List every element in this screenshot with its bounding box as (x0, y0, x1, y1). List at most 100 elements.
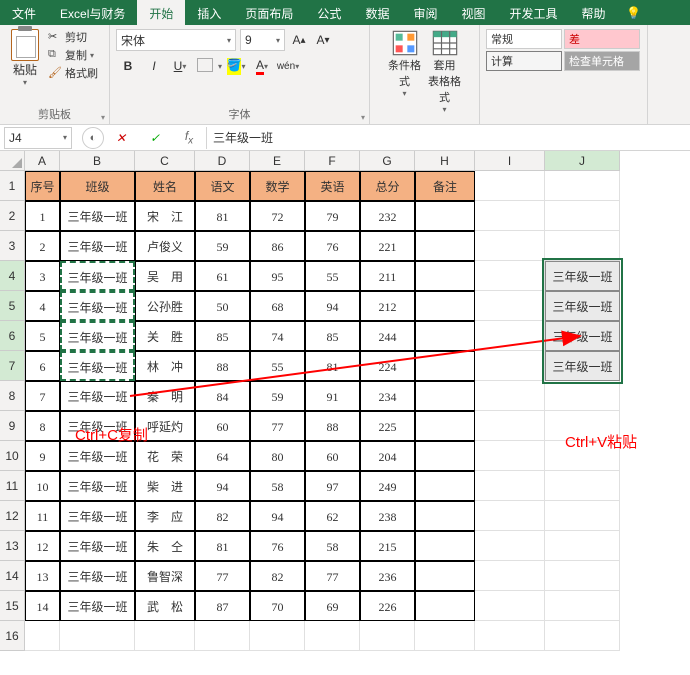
cell[interactable]: 81 (305, 351, 360, 381)
cell[interactable]: 三年级一班 (60, 321, 135, 351)
cell[interactable]: 77 (195, 561, 250, 591)
cell[interactable]: 鲁智深 (135, 561, 195, 591)
underline-button[interactable]: U▾ (168, 55, 192, 77)
cell[interactable]: 吴 用 (135, 261, 195, 291)
cell[interactable]: 76 (305, 231, 360, 261)
cell[interactable] (415, 201, 475, 231)
cell[interactable] (545, 231, 620, 261)
cell[interactable]: 94 (305, 291, 360, 321)
cell[interactable]: 80 (250, 441, 305, 471)
cell[interactable] (545, 531, 620, 561)
cell[interactable]: 212 (360, 291, 415, 321)
cell[interactable] (475, 441, 545, 471)
cell[interactable] (415, 321, 475, 351)
cell[interactable]: 232 (360, 201, 415, 231)
cell[interactable] (475, 501, 545, 531)
cell[interactable] (545, 561, 620, 591)
cell[interactable] (545, 621, 620, 651)
tab-custom[interactable]: Excel与财务 (48, 0, 137, 25)
cell[interactable]: 数学 (250, 171, 305, 201)
paste-button[interactable]: 粘贴 ▾ (6, 29, 44, 87)
name-box[interactable]: J4▾ (4, 127, 72, 149)
cell[interactable]: 60 (305, 441, 360, 471)
cell[interactable] (475, 381, 545, 411)
cell[interactable] (475, 291, 545, 321)
cut-button[interactable]: ✂剪切 (48, 29, 98, 45)
cell[interactable]: 91 (305, 381, 360, 411)
cell[interactable]: 三年级一班 (545, 351, 620, 381)
row-header[interactable]: 11 (0, 471, 25, 501)
cell[interactable]: 公孙胜 (135, 291, 195, 321)
decrease-font-button[interactable]: A▾ (313, 29, 333, 51)
copy-button[interactable]: ⧉复制▾ (48, 47, 98, 63)
row-header[interactable]: 4 (0, 261, 25, 291)
cell[interactable]: 关 胜 (135, 321, 195, 351)
cell[interactable]: 林 冲 (135, 351, 195, 381)
cell[interactable] (415, 501, 475, 531)
cell[interactable]: 204 (360, 441, 415, 471)
col-header[interactable]: J (545, 151, 620, 171)
cell[interactable]: 97 (305, 471, 360, 501)
select-all-button[interactable] (0, 151, 25, 171)
cell[interactable] (475, 531, 545, 561)
col-header[interactable]: E (250, 151, 305, 171)
cell[interactable]: 秦 明 (135, 381, 195, 411)
tab-file[interactable]: 文件 (0, 0, 48, 25)
style-check-cell[interactable]: 检查单元格 (564, 51, 640, 71)
cell[interactable] (195, 621, 250, 651)
row-header[interactable]: 12 (0, 501, 25, 531)
cell[interactable]: 三年级一班 (60, 261, 135, 291)
tab-data[interactable]: 数据 (353, 0, 401, 25)
cell[interactable]: 11 (25, 501, 60, 531)
tab-home[interactable]: 开始 (137, 0, 185, 25)
cell[interactable]: 三年级一班 (60, 381, 135, 411)
cell[interactable]: 姓名 (135, 171, 195, 201)
cell[interactable] (60, 621, 135, 651)
cell[interactable]: 59 (250, 381, 305, 411)
cell[interactable] (545, 591, 620, 621)
cell[interactable]: 87 (195, 591, 250, 621)
cell[interactable]: 211 (360, 261, 415, 291)
row-header[interactable]: 1 (0, 171, 25, 201)
cell[interactable]: 79 (305, 201, 360, 231)
row-header[interactable]: 7 (0, 351, 25, 381)
cell[interactable]: 64 (195, 441, 250, 471)
cell[interactable] (415, 531, 475, 561)
cell[interactable] (475, 471, 545, 501)
cell[interactable]: 1 (25, 201, 60, 231)
col-header[interactable]: G (360, 151, 415, 171)
cell[interactable] (415, 261, 475, 291)
cell[interactable]: 81 (195, 531, 250, 561)
cell[interactable]: 三年级一班 (545, 291, 620, 321)
cell[interactable] (545, 201, 620, 231)
cell[interactable]: 6 (25, 351, 60, 381)
cell[interactable]: 三年级一班 (60, 561, 135, 591)
style-bad[interactable]: 差 (564, 29, 640, 49)
cell[interactable]: 82 (250, 561, 305, 591)
cell[interactable] (475, 201, 545, 231)
cell[interactable]: 李 应 (135, 501, 195, 531)
tab-insert[interactable]: 插入 (185, 0, 233, 25)
row-header[interactable]: 10 (0, 441, 25, 471)
cell[interactable]: 14 (25, 591, 60, 621)
cell[interactable] (475, 561, 545, 591)
cell[interactable]: 85 (195, 321, 250, 351)
cell[interactable] (475, 621, 545, 651)
cell[interactable]: 244 (360, 321, 415, 351)
cell[interactable] (475, 351, 545, 381)
cell[interactable]: 13 (25, 561, 60, 591)
cell[interactable]: 82 (195, 501, 250, 531)
cell[interactable]: 序号 (25, 171, 60, 201)
cell[interactable]: 77 (250, 411, 305, 441)
row-header[interactable]: 14 (0, 561, 25, 591)
cell[interactable]: 84 (195, 381, 250, 411)
col-header[interactable]: B (60, 151, 135, 171)
enter-button[interactable]: ✓ (144, 131, 166, 145)
cell[interactable]: 武 松 (135, 591, 195, 621)
cell[interactable]: 宋 江 (135, 201, 195, 231)
cell[interactable] (475, 591, 545, 621)
fill-color-button[interactable]: 🪣▾ (224, 55, 248, 77)
cell[interactable]: 77 (305, 561, 360, 591)
font-name-select[interactable]: 宋体▾ (116, 29, 236, 51)
cell[interactable]: 225 (360, 411, 415, 441)
